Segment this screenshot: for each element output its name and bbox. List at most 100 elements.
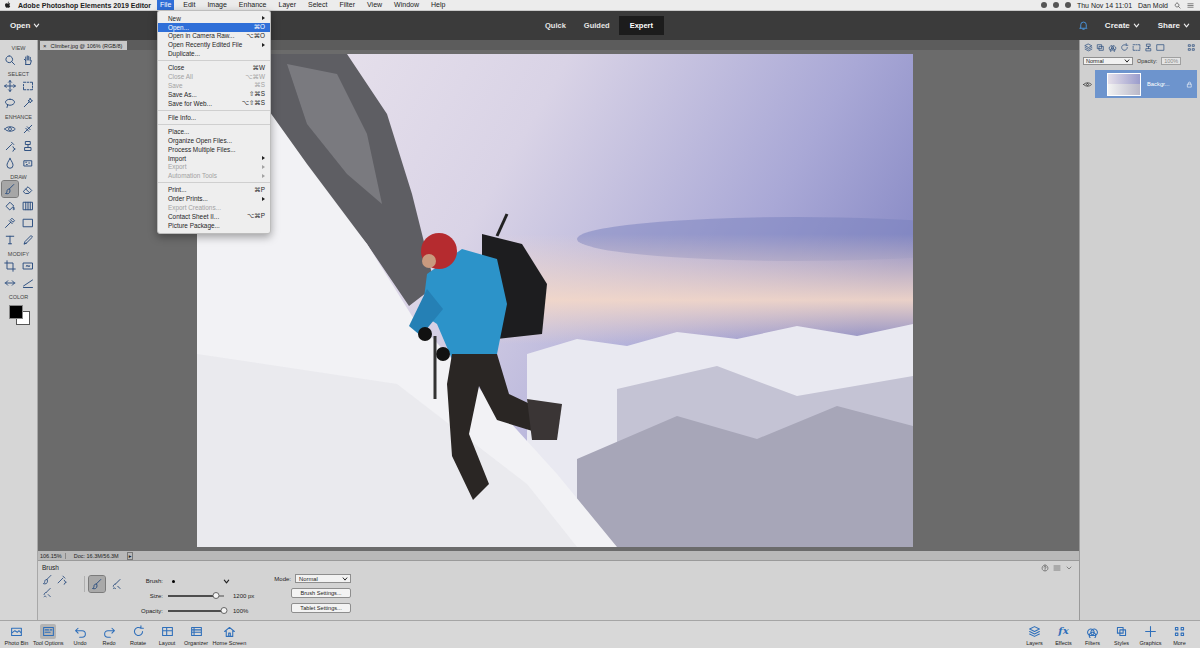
bell-icon[interactable] <box>1078 20 1089 31</box>
menu-item[interactable]: Open Recently Edited File <box>158 40 270 49</box>
share-button[interactable]: Share <box>1156 19 1192 32</box>
menu-item[interactable]: Filter <box>336 0 358 10</box>
tool-button[interactable] <box>2 275 18 291</box>
bottom-bar-button[interactable]: fx Effects <box>1051 624 1076 646</box>
mode-tab[interactable]: Expert <box>619 16 664 35</box>
menu-item[interactable]: Open in Camera Raw... ⌥⌘O <box>158 32 270 41</box>
zoom-level[interactable]: 106.15% <box>40 553 66 559</box>
tool-button[interactable] <box>2 258 18 274</box>
menu-item[interactable]: Place... <box>158 127 270 136</box>
tool-button[interactable] <box>2 138 18 154</box>
status-icon[interactable] <box>1041 2 1047 8</box>
layer-opacity-field[interactable]: 100% <box>1161 57 1181 65</box>
close-tab-button[interactable]: × <box>43 43 47 49</box>
tool-button[interactable] <box>2 155 18 171</box>
tool-button[interactable] <box>20 181 36 197</box>
menu-item[interactable]: Import <box>158 154 270 163</box>
slider-thumb[interactable] <box>212 592 219 599</box>
menu-item[interactable]: File Info... <box>158 113 270 122</box>
menu-item[interactable]: Export <box>158 162 270 171</box>
tool-button[interactable] <box>20 78 36 94</box>
bottom-bar-button[interactable]: Filters <box>1080 624 1105 646</box>
menu-item[interactable]: Picture Package... <box>158 221 270 230</box>
menu-item[interactable]: File <box>157 0 174 10</box>
bottom-bar-button[interactable]: Redo <box>97 624 122 646</box>
menu-item[interactable]: Export Creations... <box>158 203 270 212</box>
tool-button[interactable] <box>20 155 36 171</box>
mode-dropdown[interactable]: Normal <box>295 574 351 583</box>
menu-item[interactable]: Organize Open Files... <box>158 136 270 145</box>
bottom-bar-button[interactable]: Rotate <box>126 624 151 646</box>
menu-item[interactable]: Automation Tools <box>158 171 270 180</box>
tool-button[interactable] <box>20 138 36 154</box>
tool-button[interactable] <box>2 52 18 68</box>
settings-button[interactable]: Brush Settings... <box>291 588 351 598</box>
menu-item[interactable]: Save for Web... ⌥⇧⌘S <box>158 99 270 108</box>
status-icon[interactable] <box>1053 2 1059 8</box>
open-button[interactable]: Open <box>8 19 42 32</box>
menu-item[interactable]: Print... ⌘P <box>158 186 270 195</box>
size-value[interactable]: 1200 px <box>233 593 254 599</box>
bottom-bar-button[interactable]: Photo Bin <box>4 624 29 646</box>
menu-item[interactable]: Select <box>305 0 330 10</box>
list-icon[interactable] <box>1187 2 1194 9</box>
menu-item[interactable]: Order Prints... <box>158 194 270 203</box>
brush-picker[interactable] <box>168 578 230 585</box>
document-tab[interactable]: × Climber.jpg @ 106% (RGB/8) <box>40 41 127 50</box>
photo[interactable] <box>197 54 913 547</box>
blend-mode-dropdown[interactable]: Normal <box>1083 57 1133 65</box>
bottom-bar-button[interactable]: Layout <box>155 624 180 646</box>
menu-item[interactable]: Close ⌘W <box>158 63 270 72</box>
menu-item[interactable]: Process Multiple Files... <box>158 145 270 154</box>
apple-icon[interactable] <box>4 1 12 9</box>
mode-tab[interactable]: Guided <box>575 16 619 35</box>
tool-button[interactable] <box>20 52 36 68</box>
tool-button[interactable] <box>2 232 18 248</box>
bottom-bar-button[interactable]: Tool Options <box>33 624 64 646</box>
tool-button[interactable] <box>2 121 18 137</box>
settings-button[interactable]: Tablet Settings... <box>291 603 351 613</box>
status-menu-button[interactable]: ▸ <box>127 552 134 560</box>
menu-item[interactable]: View <box>364 0 385 10</box>
layer-item[interactable]: Backgr... <box>1095 70 1197 98</box>
opacity-value[interactable]: 100% <box>233 608 248 614</box>
menu-item[interactable]: Save ⌘S <box>158 81 270 90</box>
eye-icon[interactable] <box>1083 80 1092 89</box>
menu-item[interactable]: New <box>158 14 270 23</box>
tool-button[interactable] <box>2 181 18 197</box>
tool-button[interactable] <box>20 275 36 291</box>
collapse-icon[interactable] <box>1065 564 1073 572</box>
menu-item[interactable]: Layer <box>275 0 299 10</box>
tool-button[interactable] <box>20 232 36 248</box>
bottom-bar-button[interactable]: Organizer <box>184 624 209 646</box>
clock[interactable]: Thu Nov 14 11:01 <box>1077 2 1132 9</box>
bottom-bar-button[interactable]: Home Screen <box>213 624 247 646</box>
mode-tab[interactable]: Quick <box>536 16 575 35</box>
menu-item[interactable]: Open... ⌘O <box>158 23 270 32</box>
status-icon[interactable] <box>1065 2 1071 8</box>
size-slider[interactable] <box>168 595 224 597</box>
opacity-slider[interactable] <box>168 610 224 612</box>
menu-item[interactable]: Window <box>391 0 422 10</box>
menu-item[interactable]: Edit <box>180 0 198 10</box>
tool-button[interactable] <box>20 198 36 214</box>
search-icon[interactable] <box>1174 2 1181 9</box>
tool-button[interactable] <box>20 258 36 274</box>
user-name[interactable]: Dan Mold <box>1138 2 1168 9</box>
menu-item[interactable]: Help <box>428 0 448 10</box>
brush-type-button[interactable] <box>109 576 125 592</box>
tool-button[interactable] <box>2 95 18 111</box>
tool-button[interactable] <box>20 121 36 137</box>
slider-thumb[interactable] <box>221 607 228 614</box>
tool-button[interactable] <box>2 78 18 94</box>
tool-button[interactable] <box>20 215 36 231</box>
bottom-bar-button[interactable]: Layers <box>1022 624 1047 646</box>
panel-menu-icon[interactable] <box>1053 564 1061 572</box>
tool-button[interactable] <box>20 95 36 111</box>
tool-button[interactable] <box>2 198 18 214</box>
create-button[interactable]: Create <box>1103 19 1142 32</box>
help-icon[interactable] <box>1041 564 1049 572</box>
app-name[interactable]: Adobe Photoshop Elements 2019 Editor <box>18 2 151 9</box>
tool-button[interactable] <box>2 215 18 231</box>
menu-item[interactable]: Image <box>204 0 229 10</box>
